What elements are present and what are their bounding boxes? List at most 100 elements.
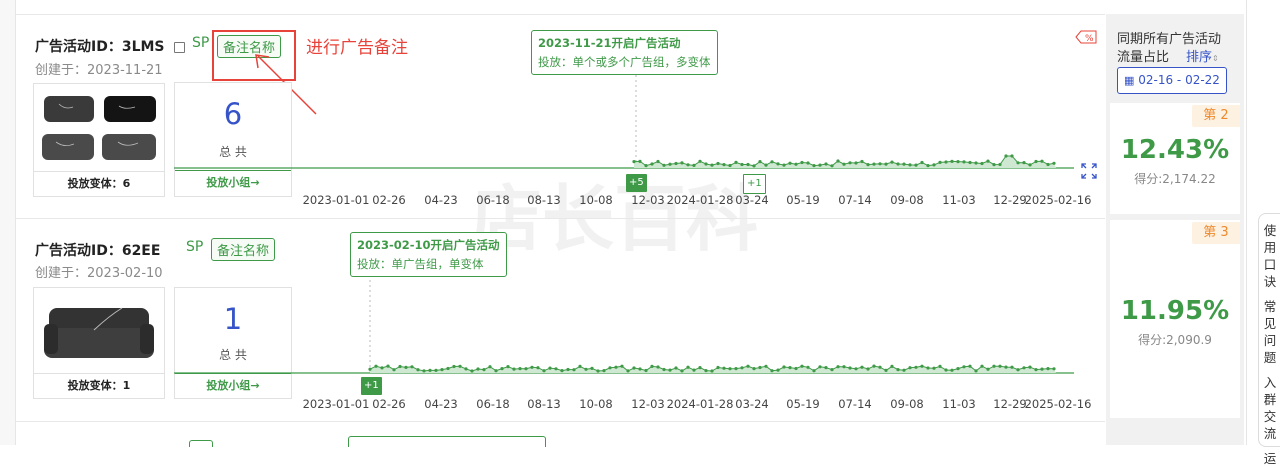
traffic-point bbox=[476, 367, 480, 371]
traffic-point bbox=[758, 365, 762, 370]
traffic-point bbox=[818, 365, 822, 369]
traffic-point bbox=[674, 161, 678, 166]
x-axis-ticks: 2023-01-01 02-26 04-23 06-18 08-13 10-08 12-03… bbox=[0, 397, 1100, 413]
campaign-title: 广告活动ID：62EE bbox=[35, 243, 161, 259]
help-tab-char: 见 bbox=[1263, 316, 1277, 331]
traffic-chart bbox=[174, 265, 1074, 374]
rank-badge: 第 3 bbox=[1192, 222, 1240, 244]
traffic-point bbox=[962, 160, 966, 164]
traffic-point bbox=[506, 365, 510, 369]
row-divider bbox=[15, 421, 1105, 422]
copy-icon[interactable] bbox=[174, 42, 185, 53]
traffic-point bbox=[716, 365, 720, 370]
expand-icon[interactable] bbox=[1081, 163, 1097, 179]
traffic-point bbox=[830, 368, 834, 372]
traffic-point bbox=[1034, 368, 1038, 372]
traffic-point bbox=[434, 368, 438, 372]
traffic-point bbox=[956, 160, 960, 164]
rank-badge: 第 2 bbox=[1192, 105, 1240, 127]
traffic-point bbox=[680, 161, 684, 165]
traffic-point bbox=[944, 160, 948, 164]
traffic-point bbox=[800, 364, 804, 368]
help-side-tab[interactable]: 使用口诀常见问题入群交流运 bbox=[1258, 213, 1280, 466]
traffic-point bbox=[608, 366, 612, 370]
traffic-point bbox=[884, 162, 888, 166]
traffic-point bbox=[404, 365, 408, 369]
sofa-image-grid bbox=[42, 96, 156, 160]
traffic-point bbox=[638, 367, 642, 371]
calendar-icon: ▦ bbox=[1124, 74, 1135, 87]
date-range-picker[interactable]: ▦ 02-16 - 02-22 bbox=[1117, 67, 1227, 94]
traffic-point bbox=[698, 159, 702, 163]
traffic-point bbox=[986, 159, 990, 163]
traffic-point bbox=[512, 367, 516, 371]
note-name-button[interactable]: 备注名称 bbox=[211, 238, 276, 261]
traffic-point bbox=[758, 160, 762, 164]
traffic-point bbox=[890, 160, 894, 164]
traffic-point bbox=[728, 367, 732, 371]
change-marker[interactable]: +1 bbox=[743, 174, 766, 194]
traffic-point bbox=[878, 162, 882, 166]
traffic-point bbox=[854, 367, 858, 371]
tag-icon[interactable]: % bbox=[1075, 30, 1097, 44]
campaign-start-tooltip: 2023-11-21开启广告活动 投放：单个或多个广告组，多变体 bbox=[531, 30, 718, 75]
traffic-point bbox=[470, 369, 474, 373]
traffic-point bbox=[1040, 159, 1044, 163]
tooltip-desc: 投放：单个或多个广告组，多变体 bbox=[538, 55, 711, 69]
help-tab-char: 诀 bbox=[1263, 274, 1277, 289]
traffic-point bbox=[734, 367, 738, 371]
traffic-point bbox=[746, 364, 750, 368]
x-tick-label: 04-23 bbox=[424, 193, 458, 207]
traffic-point bbox=[578, 364, 582, 368]
x-tick-label: 2025-02-16 bbox=[1024, 397, 1092, 411]
product-thumbnail[interactable]: 投放变体：1 bbox=[33, 287, 165, 399]
help-tab-char: 运 bbox=[1263, 451, 1277, 466]
tooltip-title: 2023-02-10开启广告活动 bbox=[357, 238, 500, 252]
traffic-point bbox=[974, 369, 978, 373]
row-divider bbox=[15, 218, 1105, 219]
x-axis-ticks: 2023-01-01 02-26 04-23 06-18 08-13 10-08 12-03… bbox=[0, 193, 1100, 209]
x-tick-label: 08-13 bbox=[527, 193, 561, 207]
sort-icon: ⇕ bbox=[1212, 54, 1219, 63]
created-date: 创建于：2023-11-21 bbox=[35, 63, 163, 78]
sort-button[interactable]: 排序⇕ bbox=[1186, 46, 1219, 65]
traffic-point bbox=[572, 368, 576, 372]
traffic-point bbox=[986, 367, 990, 371]
help-tab-char: 群 bbox=[1263, 392, 1277, 407]
traffic-point bbox=[764, 163, 768, 167]
traffic-point bbox=[776, 368, 780, 372]
help-tab-char: 常 bbox=[1263, 299, 1277, 314]
traffic-point bbox=[428, 368, 432, 372]
change-marker[interactable]: +1 bbox=[361, 377, 382, 395]
traffic-point bbox=[1022, 161, 1026, 165]
x-tick-label: 2024-01-28 bbox=[666, 193, 734, 207]
traffic-point bbox=[632, 160, 636, 164]
x-tick-label: 09-08 bbox=[890, 193, 924, 207]
x-tick-label: 12-29 bbox=[993, 397, 1027, 411]
traffic-point bbox=[836, 159, 840, 163]
traffic-point bbox=[410, 365, 414, 369]
traffic-point bbox=[848, 366, 852, 370]
x-tick-label: 02-26 bbox=[372, 397, 406, 411]
help-tab-char: 交 bbox=[1263, 409, 1277, 424]
x-tick-label: 03-24 bbox=[735, 193, 769, 207]
product-thumbnail[interactable]: 投放变体：6 bbox=[33, 83, 165, 197]
variants-label: 投放变体：1 bbox=[34, 373, 164, 398]
traffic-point bbox=[686, 365, 690, 369]
traffic-point bbox=[584, 367, 588, 371]
traffic-point bbox=[704, 369, 708, 373]
change-marker[interactable]: +5 bbox=[626, 174, 647, 192]
traffic-point bbox=[374, 364, 378, 368]
x-tick-label: 03-24 bbox=[735, 397, 769, 411]
campaign-start-tooltip: 2023-02-10开启广告活动 投放：单广告组，单变体 bbox=[350, 232, 507, 277]
traffic-point bbox=[692, 368, 696, 372]
x-tick-label: 11-03 bbox=[942, 193, 976, 207]
traffic-point bbox=[458, 364, 462, 368]
traffic-area bbox=[634, 156, 1056, 168]
traffic-point bbox=[614, 365, 618, 369]
campaign-title: 广告活动ID：3LMS bbox=[35, 39, 165, 55]
traffic-point bbox=[494, 369, 498, 373]
traffic-point bbox=[650, 162, 654, 166]
traffic-point bbox=[920, 364, 924, 368]
traffic-point bbox=[944, 368, 948, 372]
